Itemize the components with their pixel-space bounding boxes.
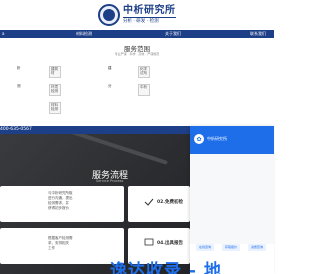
service-text[interactable]: 分 xyxy=(108,84,112,89)
service-text[interactable]: 建 xyxy=(108,66,112,71)
service-image[interactable]: 环境检测 xyxy=(49,84,61,96)
services-section: 服务范围 专业严谨 · 科学 · 高效 · 严谨规范 析 建筑材 建 化学试剂 … xyxy=(0,38,274,126)
logo-name: 中析研究所 xyxy=(123,5,176,16)
nav-item-materials[interactable]: 材料检测 xyxy=(76,30,92,38)
chat-name: 中析研究所 xyxy=(207,136,227,141)
chat-widget[interactable]: ✿ 中析研究所 在线咨询 获取报价 资质查询 xyxy=(190,126,274,274)
card-2-title: 02.免费初检 xyxy=(157,200,183,205)
service-text[interactable]: 测 xyxy=(17,84,21,89)
process-subtitle: Service Process xyxy=(96,179,124,183)
logo-emblem-icon xyxy=(98,4,120,26)
card-4-title: 04.出具报告 xyxy=(157,241,183,246)
service-image[interactable]: 化学试剂 xyxy=(138,66,150,78)
process-card-1: 与中析研究所取 进行沟通，提出 检测需求，并 获得初步报价 xyxy=(0,186,124,222)
logo[interactable]: 中析研究所 分析 · 研发 · 检测 xyxy=(98,4,176,26)
chat-actions: 在线咨询 获取报价 资质查询 xyxy=(190,244,274,254)
process-section: 服务流程 Service Process 与中析研究所取 进行沟通，提出 检测需… xyxy=(0,134,190,274)
nav-item-about[interactable]: 关于我们 xyxy=(165,30,181,38)
service-text[interactable]: 析 xyxy=(17,66,21,71)
chat-action-consult[interactable]: 在线咨询 xyxy=(196,244,214,251)
phone-number[interactable]: 400-635-0567 xyxy=(0,126,32,134)
nav-item-contact[interactable]: 联系我们 xyxy=(250,30,266,38)
process-card-3: 根据客户检测需 求，安排相关 工作 xyxy=(0,228,124,264)
service-image[interactable]: 建筑材 xyxy=(49,66,61,78)
report-icon xyxy=(144,238,154,246)
service-image[interactable]: 材料检测 xyxy=(49,102,61,114)
logo-slogan: 分析 · 研发 · 检测 xyxy=(123,17,176,25)
chat-body xyxy=(190,154,274,244)
card-1-line: 获得初步报价 xyxy=(48,206,69,210)
main-nav: a 材料检测 关于我们 联系我们 xyxy=(0,30,274,38)
chat-header: ✿ 中析研究所 xyxy=(190,126,274,154)
check-document-icon xyxy=(144,198,154,206)
services-subtitle: 专业严谨 · 科学 · 高效 · 严谨规范 xyxy=(114,52,160,56)
chat-action-qualification[interactable]: 资质查询 xyxy=(248,244,266,251)
card-3-line: 工作 xyxy=(48,246,55,250)
watermark-text: 逸达收录 - 地 xyxy=(110,261,222,274)
nav-item-home[interactable]: a xyxy=(2,30,4,38)
chat-action-quote[interactable]: 获取报价 xyxy=(222,244,240,251)
chat-avatar-icon: ✿ xyxy=(194,134,204,144)
site-header: 中析研究所 分析 · 研发 · 检测 xyxy=(0,0,274,30)
service-image[interactable]: 中析 xyxy=(138,84,150,96)
process-card-2: 02.免费初检 xyxy=(128,186,190,222)
